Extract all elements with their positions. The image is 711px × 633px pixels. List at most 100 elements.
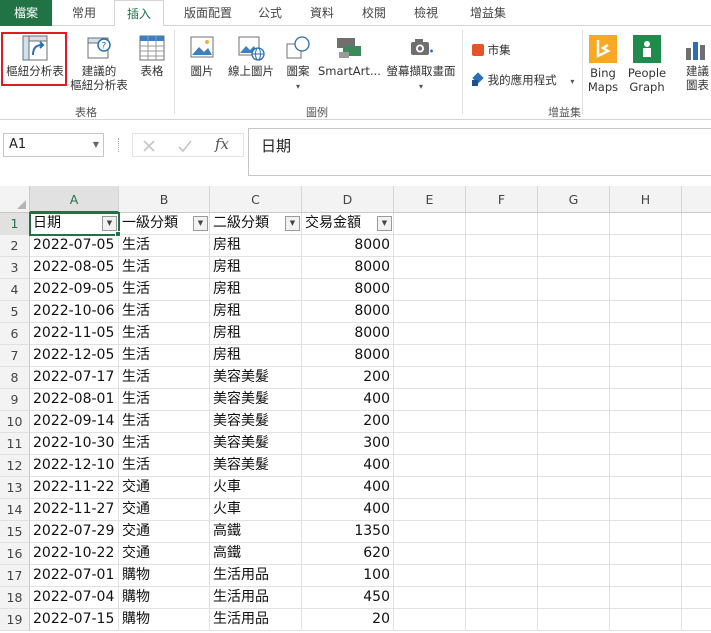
category-2-cell[interactable]: 生活用品 xyxy=(210,609,302,631)
category-2-cell[interactable]: 美容美髮 xyxy=(210,411,302,433)
category-1-cell[interactable]: 交通 xyxy=(119,543,210,565)
category-2-cell[interactable]: 房租 xyxy=(210,323,302,345)
category-2-cell[interactable]: 火車 xyxy=(210,477,302,499)
empty-cell[interactable] xyxy=(610,345,682,367)
row-header[interactable]: 6 xyxy=(0,323,30,345)
empty-cell[interactable] xyxy=(538,477,610,499)
empty-cell[interactable] xyxy=(610,455,682,477)
empty-cell[interactable] xyxy=(682,477,711,499)
tab-data[interactable]: 資料 xyxy=(300,0,344,26)
fill-handle[interactable] xyxy=(115,231,121,237)
name-box[interactable]: A1 ▼ xyxy=(3,133,104,157)
amount-cell[interactable]: 20 xyxy=(302,609,394,631)
empty-cell[interactable] xyxy=(538,279,610,301)
empty-cell[interactable] xyxy=(394,609,466,631)
empty-cell[interactable] xyxy=(394,433,466,455)
category-1-cell[interactable]: 生活 xyxy=(119,455,210,477)
empty-cell[interactable] xyxy=(610,477,682,499)
empty-cell[interactable] xyxy=(538,587,610,609)
empty-cell[interactable] xyxy=(538,455,610,477)
empty-cell[interactable] xyxy=(610,411,682,433)
worksheet-grid[interactable]: A B C D E F G H 1 日期 ▼ 一級分類 ▼ 二級分類 ▼ 交易金… xyxy=(0,186,711,633)
empty-cell[interactable] xyxy=(394,411,466,433)
row-header[interactable]: 7 xyxy=(0,345,30,367)
empty-cell[interactable] xyxy=(538,367,610,389)
empty-cell[interactable] xyxy=(466,455,538,477)
column-header-c[interactable]: C xyxy=(210,186,302,213)
smartart-button[interactable]: SmartArt... xyxy=(318,34,381,78)
category-1-cell[interactable]: 生活 xyxy=(119,323,210,345)
row-header[interactable]: 19 xyxy=(0,609,30,631)
date-cell[interactable]: 2022-09-14 xyxy=(30,411,119,433)
empty-cell[interactable] xyxy=(394,301,466,323)
empty-cell[interactable] xyxy=(394,389,466,411)
row-header[interactable]: 9 xyxy=(0,389,30,411)
empty-cell[interactable] xyxy=(466,499,538,521)
formula-bar-splitter[interactable] xyxy=(118,138,120,152)
row-header[interactable]: 3 xyxy=(0,257,30,279)
empty-cell[interactable] xyxy=(394,499,466,521)
category-2-cell[interactable]: 美容美髮 xyxy=(210,433,302,455)
empty-cell[interactable] xyxy=(394,455,466,477)
empty-cell[interactable] xyxy=(466,301,538,323)
empty-cell[interactable] xyxy=(610,499,682,521)
empty-cell[interactable] xyxy=(682,367,711,389)
tab-home[interactable]: 常用 xyxy=(60,0,108,26)
store-button[interactable]: 市集 xyxy=(472,42,511,58)
category-1-cell[interactable]: 購物 xyxy=(119,609,210,631)
empty-cell[interactable] xyxy=(466,279,538,301)
empty-cell[interactable] xyxy=(682,521,711,543)
empty-cell[interactable] xyxy=(682,257,711,279)
empty-cell[interactable] xyxy=(610,609,682,631)
category-2-cell[interactable]: 房租 xyxy=(210,279,302,301)
empty-cell[interactable] xyxy=(394,367,466,389)
empty-cell[interactable] xyxy=(538,389,610,411)
empty-cell[interactable] xyxy=(610,565,682,587)
category-1-cell[interactable]: 生活 xyxy=(119,345,210,367)
amount-cell[interactable]: 200 xyxy=(302,411,394,433)
date-cell[interactable]: 2022-07-17 xyxy=(30,367,119,389)
picture-button[interactable]: 圖片 xyxy=(182,34,222,78)
empty-cell[interactable] xyxy=(610,213,682,235)
amount-cell[interactable]: 400 xyxy=(302,477,394,499)
empty-cell[interactable] xyxy=(466,345,538,367)
amount-cell[interactable]: 8000 xyxy=(302,257,394,279)
category-2-cell[interactable]: 高鐵 xyxy=(210,543,302,565)
shapes-button[interactable]: 圖案 ▾ xyxy=(280,34,316,94)
empty-cell[interactable] xyxy=(610,235,682,257)
category-2-cell[interactable]: 美容美髮 xyxy=(210,367,302,389)
tab-review[interactable]: 校閱 xyxy=(352,0,396,26)
empty-cell[interactable] xyxy=(466,323,538,345)
recommended-pivot-button[interactable]: ? 建議的 樞紐分析表 xyxy=(68,34,130,92)
empty-cell[interactable] xyxy=(466,389,538,411)
amount-cell[interactable]: 400 xyxy=(302,455,394,477)
empty-cell[interactable] xyxy=(538,213,610,235)
category-1-cell[interactable]: 生活 xyxy=(119,367,210,389)
row-header[interactable]: 4 xyxy=(0,279,30,301)
empty-cell[interactable] xyxy=(682,345,711,367)
tab-view[interactable]: 檢視 xyxy=(404,0,448,26)
row-header[interactable]: 8 xyxy=(0,367,30,389)
category-2-cell[interactable]: 美容美髮 xyxy=(210,389,302,411)
row-header[interactable]: 11 xyxy=(0,433,30,455)
empty-cell[interactable] xyxy=(466,235,538,257)
empty-cell[interactable] xyxy=(538,433,610,455)
amount-cell[interactable]: 620 xyxy=(302,543,394,565)
category-1-cell[interactable]: 購物 xyxy=(119,565,210,587)
amount-cell[interactable]: 400 xyxy=(302,389,394,411)
empty-cell[interactable] xyxy=(682,587,711,609)
empty-cell[interactable] xyxy=(682,279,711,301)
row-header[interactable]: 10 xyxy=(0,411,30,433)
empty-cell[interactable] xyxy=(538,257,610,279)
empty-cell[interactable] xyxy=(610,543,682,565)
empty-cell[interactable] xyxy=(538,323,610,345)
row-header[interactable]: 15 xyxy=(0,521,30,543)
empty-cell[interactable] xyxy=(394,279,466,301)
empty-cell[interactable] xyxy=(682,543,711,565)
filter-dropdown-icon[interactable]: ▼ xyxy=(377,216,392,231)
date-cell[interactable]: 2022-10-06 xyxy=(30,301,119,323)
empty-cell[interactable] xyxy=(538,411,610,433)
empty-cell[interactable] xyxy=(466,411,538,433)
recommended-charts-button[interactable]: 建議 圖表 xyxy=(682,34,711,92)
date-cell[interactable]: 2022-08-05 xyxy=(30,257,119,279)
